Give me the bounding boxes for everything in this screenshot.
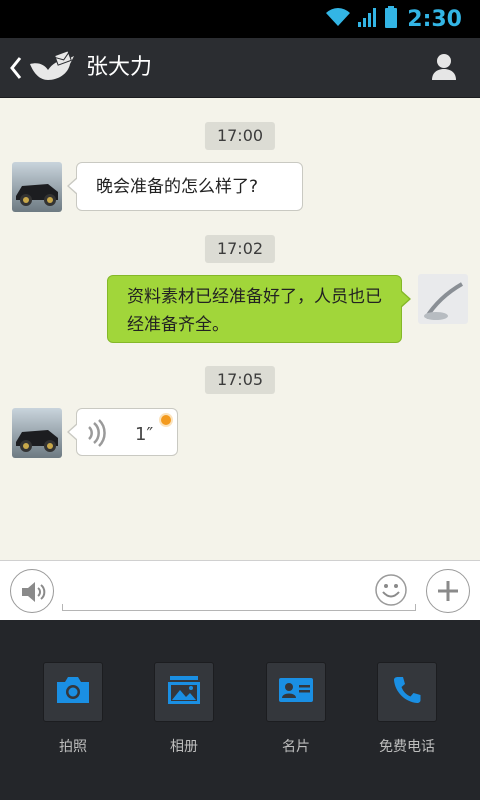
action-contact-card[interactable]: 名片: [264, 662, 328, 756]
message-input[interactable]: [62, 571, 416, 611]
chat-title: 张大力: [86, 55, 153, 80]
message-text: 资料素材已经准备好了，人员也已经准备齐全。: [127, 287, 382, 335]
camera-tile[interactable]: [43, 662, 103, 722]
timestamp: 17:05: [204, 366, 276, 394]
speaker-icon: [20, 580, 46, 608]
voice-duration: 1″: [135, 424, 154, 445]
timestamp: 17:00: [204, 122, 276, 150]
avatar[interactable]: [12, 162, 62, 212]
more-options-button[interactable]: [426, 569, 470, 613]
action-label: 相册: [170, 739, 198, 755]
avatar[interactable]: [12, 408, 62, 458]
action-panel: 拍照 相册 名片 免费电话: [0, 620, 480, 800]
user-icon[interactable]: [430, 52, 458, 82]
action-label: 名片: [282, 739, 310, 755]
status-time: 2:30: [407, 6, 462, 32]
voice-wave-icon: [85, 419, 109, 456]
avatar[interactable]: [418, 274, 468, 324]
message-bubble-sent[interactable]: 资料素材已经准备好了，人员也已经准备齐全。: [107, 275, 411, 343]
message-text: 晚会准备的怎么样了?: [96, 177, 259, 197]
contact-card-tile[interactable]: [266, 662, 326, 722]
album-tile[interactable]: [154, 662, 214, 722]
smiley-icon[interactable]: [374, 573, 408, 607]
album-icon: [166, 674, 202, 710]
bird-icon[interactable]: [28, 50, 76, 86]
battery-icon: [385, 6, 398, 32]
message-bubble-received[interactable]: 晚会准备的怎么样了?: [67, 162, 303, 211]
chat-area[interactable]: 17:00 晚会准备的怎么样了? 17:02 资料素材已经准备好了，人员也已经准…: [0, 98, 480, 560]
input-bar: [0, 560, 480, 620]
wifi-icon: [325, 7, 351, 31]
plus-icon: [436, 579, 460, 607]
action-label: 拍照: [59, 739, 87, 755]
camera-icon: [55, 675, 91, 709]
timestamp: 17:02: [204, 235, 276, 263]
action-camera[interactable]: 拍照: [41, 662, 105, 756]
signal-icon: [357, 6, 379, 32]
voice-toggle-button[interactable]: [10, 569, 54, 613]
contact-card-icon: [278, 676, 314, 708]
action-free-call[interactable]: 免费电话: [375, 662, 439, 756]
chevron-left-icon[interactable]: [8, 54, 26, 82]
voice-message-bubble[interactable]: 1″: [67, 408, 178, 456]
action-album[interactable]: 相册: [152, 662, 216, 756]
phone-icon: [391, 674, 423, 710]
title-bar: 张大力: [0, 38, 480, 98]
status-bar: 2:30: [0, 0, 480, 38]
unread-dot: [159, 413, 173, 427]
phone-tile[interactable]: [377, 662, 437, 722]
action-label: 免费电话: [379, 739, 435, 755]
